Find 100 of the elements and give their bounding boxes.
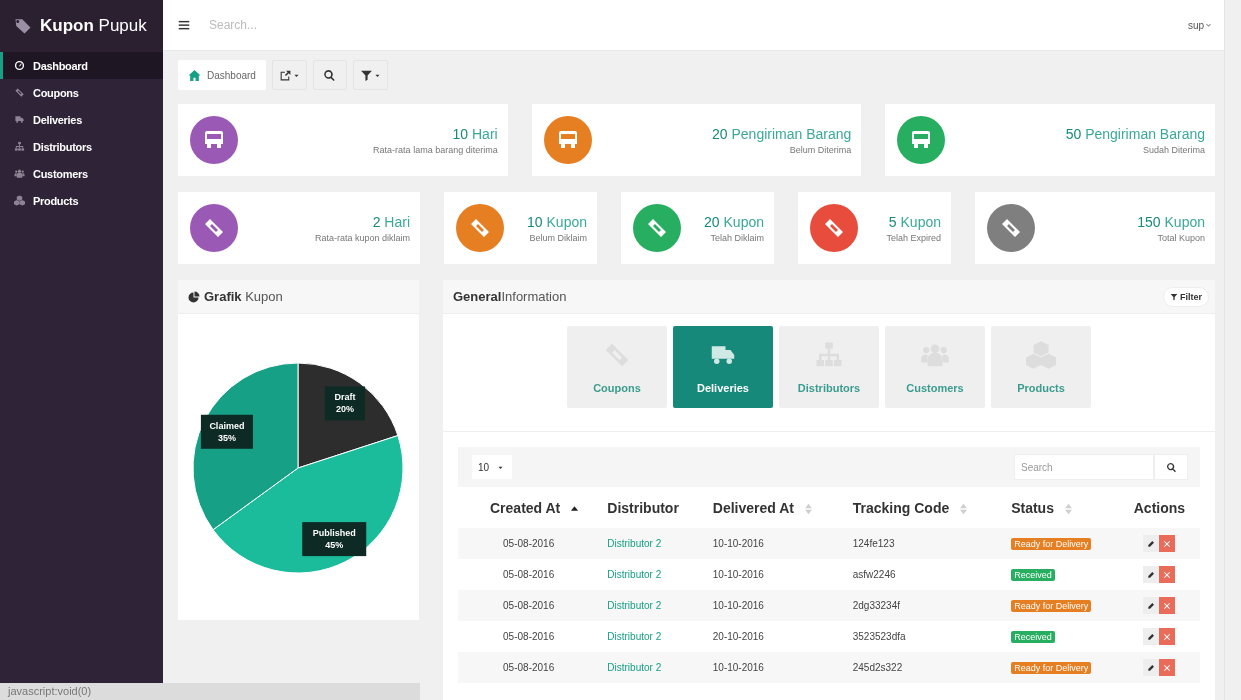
sidebar-item[interactable]: Customers bbox=[0, 160, 163, 187]
stat-value: 50 Pengiriman Barang bbox=[1064, 125, 1205, 142]
filter-icon bbox=[1170, 292, 1178, 301]
stat-caption: Rata-rata kupon diklaim bbox=[313, 232, 410, 243]
sidebar-item[interactable]: Dashboard bbox=[0, 52, 163, 79]
pencil-icon bbox=[1147, 539, 1156, 548]
filter-button[interactable]: Filter bbox=[1163, 286, 1209, 307]
pencil-icon bbox=[1147, 632, 1156, 641]
table-cell: 05-08-2016 bbox=[458, 590, 600, 621]
stat-value: 20 Kupon bbox=[703, 213, 764, 230]
stat-value: 5 Kupon bbox=[887, 213, 941, 230]
pencil-icon bbox=[1147, 570, 1156, 579]
close-icon bbox=[1163, 632, 1172, 641]
data-label: Claimed 35% bbox=[200, 414, 253, 449]
gauge-icon bbox=[14, 60, 25, 71]
data-label: 35% bbox=[217, 432, 236, 443]
menu-icon[interactable] bbox=[177, 18, 191, 32]
column-header[interactable]: Actions bbox=[1118, 487, 1200, 528]
edit-button[interactable] bbox=[1143, 535, 1160, 552]
status-label: Ready for Delivery bbox=[1011, 537, 1092, 550]
sort-icon bbox=[1063, 502, 1073, 515]
truck-icon bbox=[14, 114, 25, 125]
page-size-select[interactable]: 10 bbox=[472, 455, 512, 479]
pencil-icon bbox=[1147, 663, 1156, 672]
panel-title: GeneralInformation bbox=[453, 289, 567, 304]
stat-value: 2 Hari bbox=[371, 213, 410, 230]
close-icon bbox=[1163, 539, 1172, 548]
share-icon bbox=[278, 68, 292, 82]
table-cell: 20-10-2016 bbox=[704, 621, 845, 652]
data-label: 45% bbox=[325, 540, 344, 551]
column-header[interactable]: Delivered At bbox=[704, 487, 845, 528]
distributor-link[interactable]: Distributor 2 bbox=[607, 631, 662, 642]
stat-caption: Telah Expired bbox=[885, 232, 941, 243]
users-icon bbox=[14, 168, 25, 179]
search-field[interactable]: Search... bbox=[207, 17, 511, 33]
stat-value: 150 Kupon bbox=[1136, 213, 1205, 230]
search-button[interactable] bbox=[1154, 454, 1188, 480]
table-cell: 10-10-2016 bbox=[704, 590, 845, 621]
stat-caption: Belum Diklaim bbox=[528, 232, 587, 243]
tag-icon bbox=[14, 17, 32, 35]
data-label: Draft 20% bbox=[324, 386, 365, 421]
stat-value: 20 Pengiriman Barang bbox=[711, 125, 852, 142]
table-cell: 05-08-2016 bbox=[458, 528, 600, 559]
stat-value: 10 Kupon bbox=[526, 213, 587, 230]
table-cell: 245d2s322 bbox=[844, 652, 1004, 683]
edit-button[interactable] bbox=[1143, 628, 1160, 645]
filter-icon bbox=[359, 68, 373, 82]
status-label: Ready for Delivery bbox=[1011, 599, 1092, 612]
ticket-icon bbox=[14, 87, 25, 98]
table-cell: 10-10-2016 bbox=[704, 652, 845, 683]
user-menu[interactable]: sup bbox=[1187, 19, 1212, 31]
status-label: Received bbox=[1011, 630, 1055, 643]
close-icon bbox=[1163, 601, 1172, 610]
filter-button[interactable] bbox=[352, 60, 388, 90]
home-icon bbox=[188, 68, 201, 82]
status-label: Ready for Delivery bbox=[1011, 661, 1092, 674]
distributor-link[interactable]: Distributor 2 bbox=[607, 569, 662, 580]
tab[interactable]: Deliveries bbox=[673, 326, 773, 408]
edit-button[interactable] bbox=[1143, 566, 1160, 583]
sidebar-item[interactable]: Coupons bbox=[0, 79, 163, 106]
sidebar-item[interactable]: Deliveries bbox=[0, 106, 163, 133]
edit-button[interactable] bbox=[1143, 659, 1160, 676]
column-header[interactable]: Created At bbox=[458, 487, 600, 528]
search-icon bbox=[1165, 461, 1177, 473]
status-label: Received bbox=[1011, 568, 1055, 581]
table-cell: 2dg33234f bbox=[844, 590, 1004, 621]
column-header[interactable]: Tracking Code bbox=[844, 487, 1004, 528]
sidebar-item[interactable]: Products bbox=[0, 187, 163, 214]
share-button[interactable] bbox=[271, 60, 307, 90]
data-label: Published 45% bbox=[302, 522, 367, 557]
cubes-icon bbox=[14, 195, 25, 206]
close-icon bbox=[1163, 570, 1172, 579]
column-header[interactable]: Distributor bbox=[599, 487, 705, 528]
stat-caption: Rata-rata lama barang diterima bbox=[372, 144, 498, 155]
stat-caption: Telah Diklaim bbox=[709, 232, 764, 243]
breadcrumb[interactable]: Dashboard bbox=[178, 60, 266, 90]
table-cell: 124fe123 bbox=[844, 528, 1004, 559]
edit-button[interactable] bbox=[1143, 597, 1160, 614]
sidebar-item[interactable]: Distributors bbox=[0, 133, 163, 160]
table-cell: 05-08-2016 bbox=[458, 621, 600, 652]
search-button[interactable] bbox=[312, 60, 347, 90]
table-cell: 05-08-2016 bbox=[458, 559, 600, 590]
status-bar: javascript:void(0) bbox=[0, 683, 420, 700]
stat-caption: Sudah Diterima bbox=[1142, 144, 1205, 155]
sitemap-icon bbox=[14, 141, 25, 152]
table-cell: 10-10-2016 bbox=[704, 559, 845, 590]
pencil-icon bbox=[1147, 601, 1156, 610]
data-label: 20% bbox=[335, 404, 354, 415]
search-field[interactable]: Search bbox=[1014, 454, 1154, 480]
stat-caption: Belum Diterima bbox=[788, 144, 852, 155]
sort-icon bbox=[959, 502, 969, 515]
slice-label: Published bbox=[312, 528, 356, 539]
table-cell: 05-08-2016 bbox=[458, 652, 600, 683]
table-cell: 3523523dfa bbox=[844, 621, 1004, 652]
stat-value: 10 Hari bbox=[451, 125, 498, 142]
stat-caption: Total Kupon bbox=[1156, 232, 1205, 243]
table-cell: 10-10-2016 bbox=[704, 528, 845, 559]
close-icon bbox=[1163, 663, 1172, 672]
column-header[interactable]: Status bbox=[1003, 487, 1119, 528]
table-cell: asfw2246 bbox=[844, 559, 1004, 590]
